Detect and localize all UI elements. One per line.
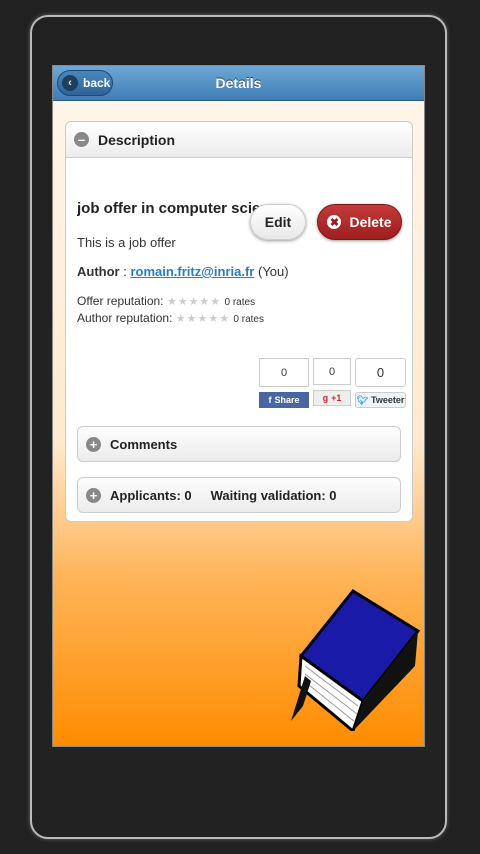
google-count: 0: [313, 358, 351, 385]
job-description: This is a job offer: [77, 235, 176, 250]
facebook-count: 0: [259, 358, 309, 387]
author-email-link[interactable]: romain.fritz@inria.fr: [130, 264, 254, 279]
author-reputation-label: Author reputation:: [77, 311, 173, 325]
author-suffix: (You): [254, 264, 289, 279]
twitter-count: 0: [355, 358, 406, 387]
author-sep: :: [119, 264, 131, 279]
edit-button[interactable]: Edit: [250, 204, 306, 240]
offer-rating-stars[interactable]: ★★★★★: [167, 296, 221, 308]
google-label: +1: [331, 393, 342, 403]
google-plus-one[interactable]: 0 g +1: [313, 358, 351, 406]
twitter-tweet[interactable]: 0 🐦︎ Tweeter: [355, 358, 406, 408]
plus-icon: +: [86, 487, 101, 503]
comments-label: Comments: [110, 436, 178, 452]
app-screen: ‹ back Details – Description job offer in …: [52, 65, 425, 747]
author-rates: 0 rates: [233, 314, 264, 325]
comments-section[interactable]: + Comments: [77, 426, 401, 462]
offer-reputation: Offer reputation: ★★★★★ 0 rates: [77, 294, 255, 308]
plus-icon: +: [86, 436, 101, 452]
offer-rates: 0 rates: [224, 297, 256, 308]
facebook-share[interactable]: 0 f Share: [259, 358, 309, 408]
page-title: Details: [215, 75, 262, 91]
author-rating-stars[interactable]: ★★★★★: [176, 313, 230, 325]
book-icon: [291, 589, 421, 731]
twitter-icon: 🐦︎: [356, 394, 369, 405]
applicants-section[interactable]: + Applicants: 0 Waiting validation: 0: [77, 477, 401, 513]
header-bar: ‹ back Details: [53, 66, 424, 101]
facebook-icon: f: [268, 395, 272, 405]
close-icon: ✖: [327, 215, 342, 229]
facebook-label: Share: [274, 395, 300, 405]
waiting-validation-label: Waiting validation: 0: [210, 487, 337, 503]
description-panel: –Description job offer in computer scien…: [65, 121, 413, 522]
author-reputation: Author reputation: ★★★★★ 0 rates: [77, 311, 264, 325]
author-line: Author : romain.fritz@inria.fr (You): [77, 264, 289, 279]
author-label: Author: [77, 264, 120, 279]
google-icon: g: [322, 393, 329, 403]
minus-icon: –: [74, 132, 89, 147]
description-header: Description: [98, 131, 176, 148]
job-title: job offer in computer science: [77, 200, 262, 217]
twitter-label: Tweeter: [371, 395, 405, 405]
applicants-label: Applicants: 0: [110, 487, 192, 503]
delete-label: Delete: [349, 214, 392, 230]
offer-reputation-label: Offer reputation:: [77, 294, 164, 308]
description-toggle[interactable]: – Description: [66, 122, 412, 158]
delete-button[interactable]: ✖ Delete: [317, 204, 402, 240]
